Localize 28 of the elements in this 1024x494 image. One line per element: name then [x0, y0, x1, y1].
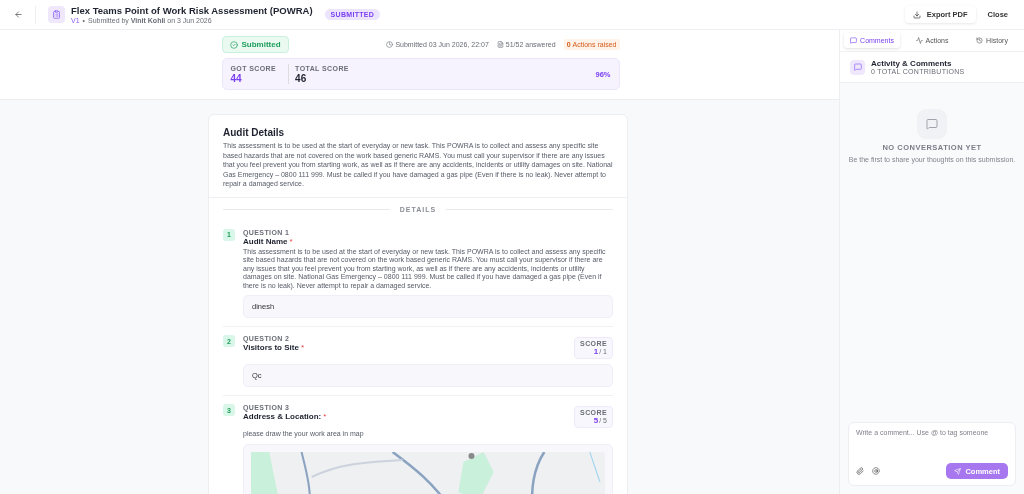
required-mark: * [289, 236, 293, 246]
chat-bubble-icon [850, 59, 865, 75]
score-value: 1 [593, 347, 599, 357]
activity-title: Activity & Comments [871, 59, 953, 68]
chat-bubble-icon [917, 109, 947, 139]
score-value: 5 [593, 416, 599, 426]
pulse-icon [915, 37, 923, 44]
question-title: Visitors to Site [243, 343, 299, 353]
question-title: Audit Name [243, 236, 288, 246]
clipboard-icon [48, 6, 65, 23]
download-icon [912, 10, 921, 19]
page-title: Flex Teams Point of Work Risk Assessment (POWRA) [71, 5, 313, 16]
got-score-value: 44 [230, 72, 243, 84]
chat-bubble-icon [850, 37, 858, 44]
back-arrow-icon[interactable] [14, 10, 23, 19]
at-sign-icon[interactable] [872, 467, 880, 475]
clock-icon [386, 41, 394, 48]
paperclip-icon[interactable] [856, 467, 864, 475]
document-icon [496, 41, 504, 48]
question-title: Address & Location: [243, 412, 322, 422]
send-icon [954, 467, 962, 475]
required-mark: * [323, 412, 327, 422]
required-mark: * [300, 343, 304, 353]
history-icon [976, 37, 984, 44]
status-pill: Submitted [221, 36, 289, 53]
audit-title: Audit Details [223, 127, 286, 138]
total-score-value: 46 [295, 72, 308, 84]
check-circle-icon [229, 40, 238, 49]
